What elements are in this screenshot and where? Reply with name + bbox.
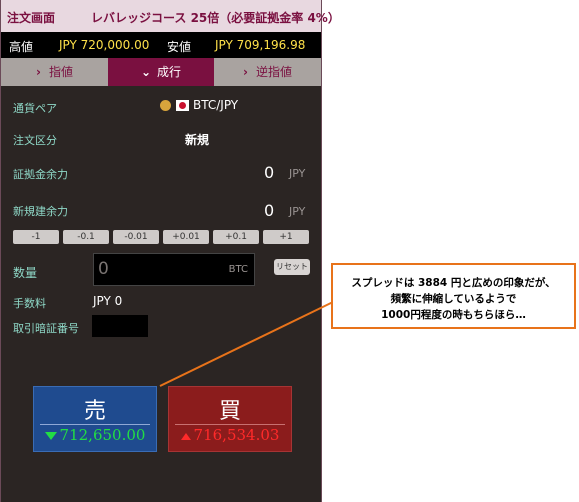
margin-label: 証拠金余力 [13,168,68,181]
up-triangle-icon [180,432,191,440]
newpos-label: 新規建余力 [13,205,68,218]
sell-button[interactable]: 売 712,650.00 [33,386,157,452]
callout-line-3: 1000円程度の時もちらほら… [381,309,526,321]
newpos-unit: JPY [289,205,306,218]
sell-price: 712,650.00 [59,426,146,444]
step-minus-0.1-button[interactable]: -0.1 [63,230,109,244]
pair-label: 通貨ペア [13,102,57,115]
buy-price: 716,534.03 [193,426,280,444]
pin-label: 取引暗証番号 [13,322,79,335]
step-minus-1-button[interactable]: -1 [13,230,59,244]
chevron-down-icon: ⌄ [140,65,152,79]
window-title: 注文画面 [7,11,56,25]
low-value: JPY 709,196.98 [215,38,306,52]
order-panel: 注文画面 レバレッジコース 25倍（必要証拠金率 4%） 高値 JPY 720,… [0,0,340,502]
sell-label: 売 [83,399,106,424]
down-triangle-icon [44,432,57,440]
callout-line-2: 頻繁に伸縮しているようで [390,293,517,305]
annotation-callout: スプレッドは 3884 円と広めの印象だが、 頻繁に伸縮しているようで 1000… [331,263,576,329]
step-minus-0.01-button[interactable]: -0.01 [113,230,159,244]
buy-divider [175,424,285,425]
reset-button[interactable]: リセット [274,259,310,275]
step-plus-1-button[interactable]: +1 [263,230,309,244]
buy-price-line: 716,534.03 [169,426,291,444]
order-type-value: 新規 [185,133,210,147]
step-plus-0.01-button[interactable]: +0.01 [163,230,209,244]
sell-divider [40,424,150,425]
buy-label: 買 [218,399,241,424]
qty-label: 数量 [13,266,38,280]
pair-value: BTC/JPY [193,98,239,112]
tab-limit-label: 指値 [48,65,73,79]
low-label: 安値 [167,40,192,54]
tab-stop-label: 逆指値 [255,65,292,79]
japan-flag-icon [176,100,189,111]
callout-line-1: スプレッドは 3884 円と広めの印象だが、 [351,277,556,289]
order-type-label: 注文区分 [13,134,57,147]
chevron-right-icon: › [243,65,248,79]
fee-value: JPY 0 [93,294,123,308]
tab-market-label: 成行 [157,65,182,79]
high-value: JPY 720,000.00 [59,38,150,52]
high-low-bar: 高値 JPY 720,000.00 安値 JPY 709,196.98 [1,32,321,58]
high-label: 高値 [9,40,34,54]
margin-value: 0 [264,163,275,182]
order-titlebar: 注文画面 レバレッジコース 25倍（必要証拠金率 4%） [1,0,340,32]
buy-button[interactable]: 買 716,534.03 [168,386,292,452]
newpos-value: 0 [264,201,275,220]
order-type-tabs: › 指値 ⌄ 成行 › 逆指値 [1,58,321,86]
qty-placeholder: 0 [98,259,109,279]
leverage-course: レバレッジコース 25倍（必要証拠金率 4%） [91,11,340,25]
tab-stop[interactable]: › 逆指値 [214,58,321,86]
step-plus-0.1-button[interactable]: +0.1 [213,230,259,244]
sell-price-line: 712,650.00 [34,426,156,444]
tab-market[interactable]: ⌄ 成行 [108,58,214,86]
tab-limit[interactable]: › 指値 [1,58,108,86]
bitcoin-icon [160,100,171,111]
qty-input[interactable]: 0 BTC [93,253,255,286]
qty-unit: BTC [228,264,248,275]
fee-label: 手数料 [13,297,46,310]
chevron-right-icon: › [36,65,41,79]
pin-input[interactable] [92,315,148,337]
margin-unit: JPY [289,167,306,180]
